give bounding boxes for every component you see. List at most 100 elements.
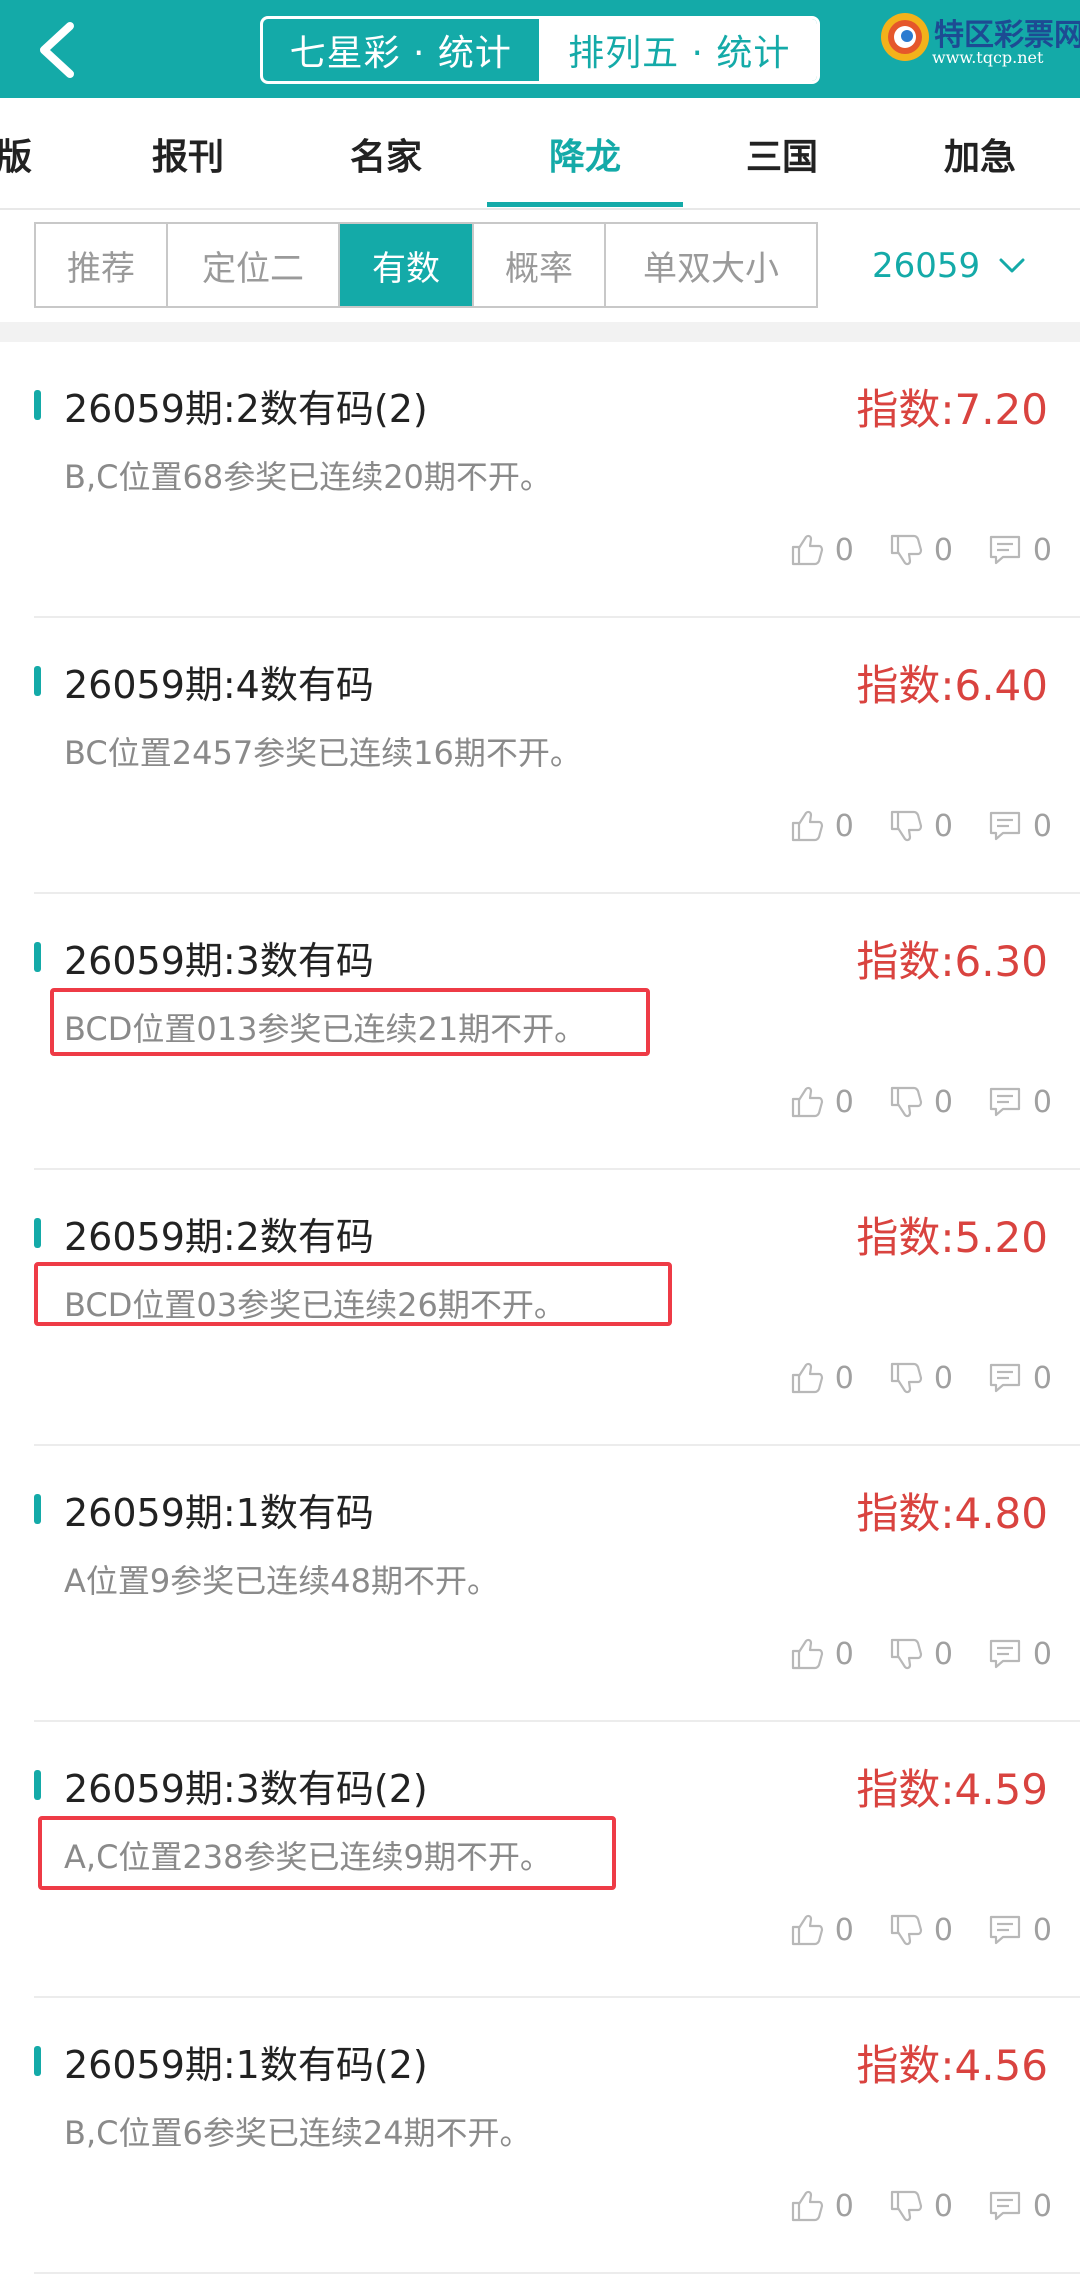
dislike-count: 0 [933,1636,953,1672]
comment-icon [989,811,1021,841]
list-item[interactable]: 26059期:3数有码(2) 指数:4.59 A,C位置238参奖已连续9期不开… [0,1722,1080,1998]
list-item[interactable]: 26059期:1数有码 指数:4.80 A位置9参奖已连续48期不开。 0 0 [0,1446,1080,1722]
comment-count: 0 [1032,1636,1052,1672]
comment-button[interactable]: 0 [987,808,1052,844]
like-button[interactable]: 0 [789,2188,854,2224]
comment-button[interactable]: 0 [987,1912,1052,1948]
back-button[interactable] [30,20,90,80]
comment-icon [989,2191,1021,2221]
list-item[interactable]: 26059期:4数有码 指数:6.40 BC位置2457参奖已连续16期不开。 … [0,618,1080,894]
subtab-tuijian[interactable]: 推荐 [36,224,168,306]
item-actions: 0 0 0 [755,1636,1052,1672]
list-item[interactable]: 26059期:2数有码(2) 指数:7.20 B,C位置68参奖已连续20期不开… [0,342,1080,618]
dislike-button[interactable]: 0 [888,808,953,844]
thumbs-up-icon [791,534,823,566]
item-marker [34,1494,41,1524]
comment-button[interactable]: 0 [987,532,1052,568]
item-index: 指数:5.20 [856,1213,1048,1262]
item-actions: 0 0 0 [755,532,1052,568]
like-button[interactable]: 0 [789,1912,854,1948]
like-button[interactable]: 0 [789,532,854,568]
item-actions: 0 0 0 [755,1084,1052,1120]
subtab-dingwei-er[interactable]: 定位二 [168,224,340,306]
tab-jiaji[interactable]: 加急 [882,98,1078,210]
tab-xianglong[interactable]: 降龙 [487,98,683,210]
dislike-button[interactable]: 0 [888,532,953,568]
comment-icon [989,1087,1021,1117]
item-marker [34,1218,41,1248]
subtab-youshu[interactable]: 有数 [340,224,474,306]
item-marker [34,390,41,420]
item-title: 26059期:2数有码 [64,1215,374,1259]
item-marker [34,1770,41,1800]
dislike-button[interactable]: 0 [888,1912,953,1948]
sub-filter-bar: 推荐 定位二 有数 概率 单双大小 26059 [0,210,1080,322]
like-count: 0 [834,1636,854,1672]
section-gap [0,322,1080,342]
subtab-danshuang-daxiao[interactable]: 单双大小 [606,224,816,306]
subtab-gailv[interactable]: 概率 [474,224,606,306]
dislike-count: 0 [933,1912,953,1948]
item-marker [34,942,41,972]
like-count: 0 [834,1084,854,1120]
comment-icon [989,1915,1021,1945]
item-title: 26059期:1数有码 [64,1491,374,1535]
item-title: 26059期:3数有码(2) [64,1767,428,1811]
back-arrow-icon [40,22,74,78]
highlight-box [34,1262,672,1326]
list-item[interactable]: 26059期:3数有码 指数:6.30 BCD位置013参奖已连续21期不开。 … [0,894,1080,1170]
item-index: 指数:4.56 [856,2041,1048,2090]
item-actions: 0 0 0 [755,1912,1052,1948]
thumbs-down-icon [890,2190,922,2222]
sub-tabs: 推荐 定位二 有数 概率 单双大小 [34,222,818,308]
like-button[interactable]: 0 [789,1360,854,1396]
item-divider [34,2272,1080,2274]
item-index: 指数:6.30 [856,937,1048,986]
chevron-down-icon [999,258,1025,273]
tab-sanguo[interactable]: 三国 [684,98,880,210]
comment-button[interactable]: 0 [987,2188,1052,2224]
tab-pailiewu-stats[interactable]: 排列五 · 统计 [541,19,817,81]
issue-dropdown[interactable]: 26059 [872,228,1026,304]
item-description: B,C位置6参奖已连续24期不开。 [64,2114,532,2152]
item-marker [34,666,41,696]
comment-button[interactable]: 0 [987,1636,1052,1672]
like-count: 0 [834,1912,854,1948]
item-title: 26059期:3数有码 [64,939,374,983]
thumbs-down-icon [890,810,922,842]
comment-icon [989,1639,1021,1669]
item-description: BC位置2457参奖已连续16期不开。 [64,734,582,772]
like-button[interactable]: 0 [789,1084,854,1120]
thumbs-down-icon [890,1362,922,1394]
like-button[interactable]: 0 [789,1636,854,1672]
like-button[interactable]: 0 [789,808,854,844]
item-actions: 0 0 0 [755,808,1052,844]
dislike-button[interactable]: 0 [888,1360,953,1396]
comment-button[interactable]: 0 [987,1084,1052,1120]
comment-count: 0 [1032,1084,1052,1120]
thumbs-up-icon [791,1086,823,1118]
comment-icon [989,535,1021,565]
dislike-button[interactable]: 0 [888,1084,953,1120]
thumbs-up-icon [791,2190,823,2222]
item-index: 指数:6.40 [856,661,1048,710]
dislike-button[interactable]: 0 [888,1636,953,1672]
item-index: 指数:4.59 [856,1765,1048,1814]
list-item[interactable]: 26059期:2数有码 指数:5.20 BCD位置03参奖已连续26期不开。 0… [0,1170,1080,1446]
comment-button[interactable]: 0 [987,1360,1052,1396]
tab-baokan[interactable]: 报刊 [90,98,286,210]
list-item[interactable]: 26059期:1数有码(2) 指数:4.56 B,C位置6参奖已连续24期不开。… [0,1998,1080,2274]
thumbs-down-icon [890,534,922,566]
dislike-count: 0 [933,808,953,844]
item-title: 26059期:2数有码(2) [64,387,428,431]
highlight-box [50,988,650,1056]
prediction-list: 26059期:2数有码(2) 指数:7.20 B,C位置68参奖已连续20期不开… [0,342,1080,2274]
like-count: 0 [834,532,854,568]
tab-mingjia[interactable]: 名家 [288,98,484,210]
lottery-type-segmented-control: 七星彩 · 统计 排列五 · 统计 [260,16,820,84]
active-tab-indicator [487,202,683,207]
item-description: B,C位置68参奖已连续20期不开。 [64,458,552,496]
item-index: 指数:4.80 [856,1489,1048,1538]
tab-qixingcai-stats[interactable]: 七星彩 · 统计 [263,19,542,81]
dislike-button[interactable]: 0 [888,2188,953,2224]
